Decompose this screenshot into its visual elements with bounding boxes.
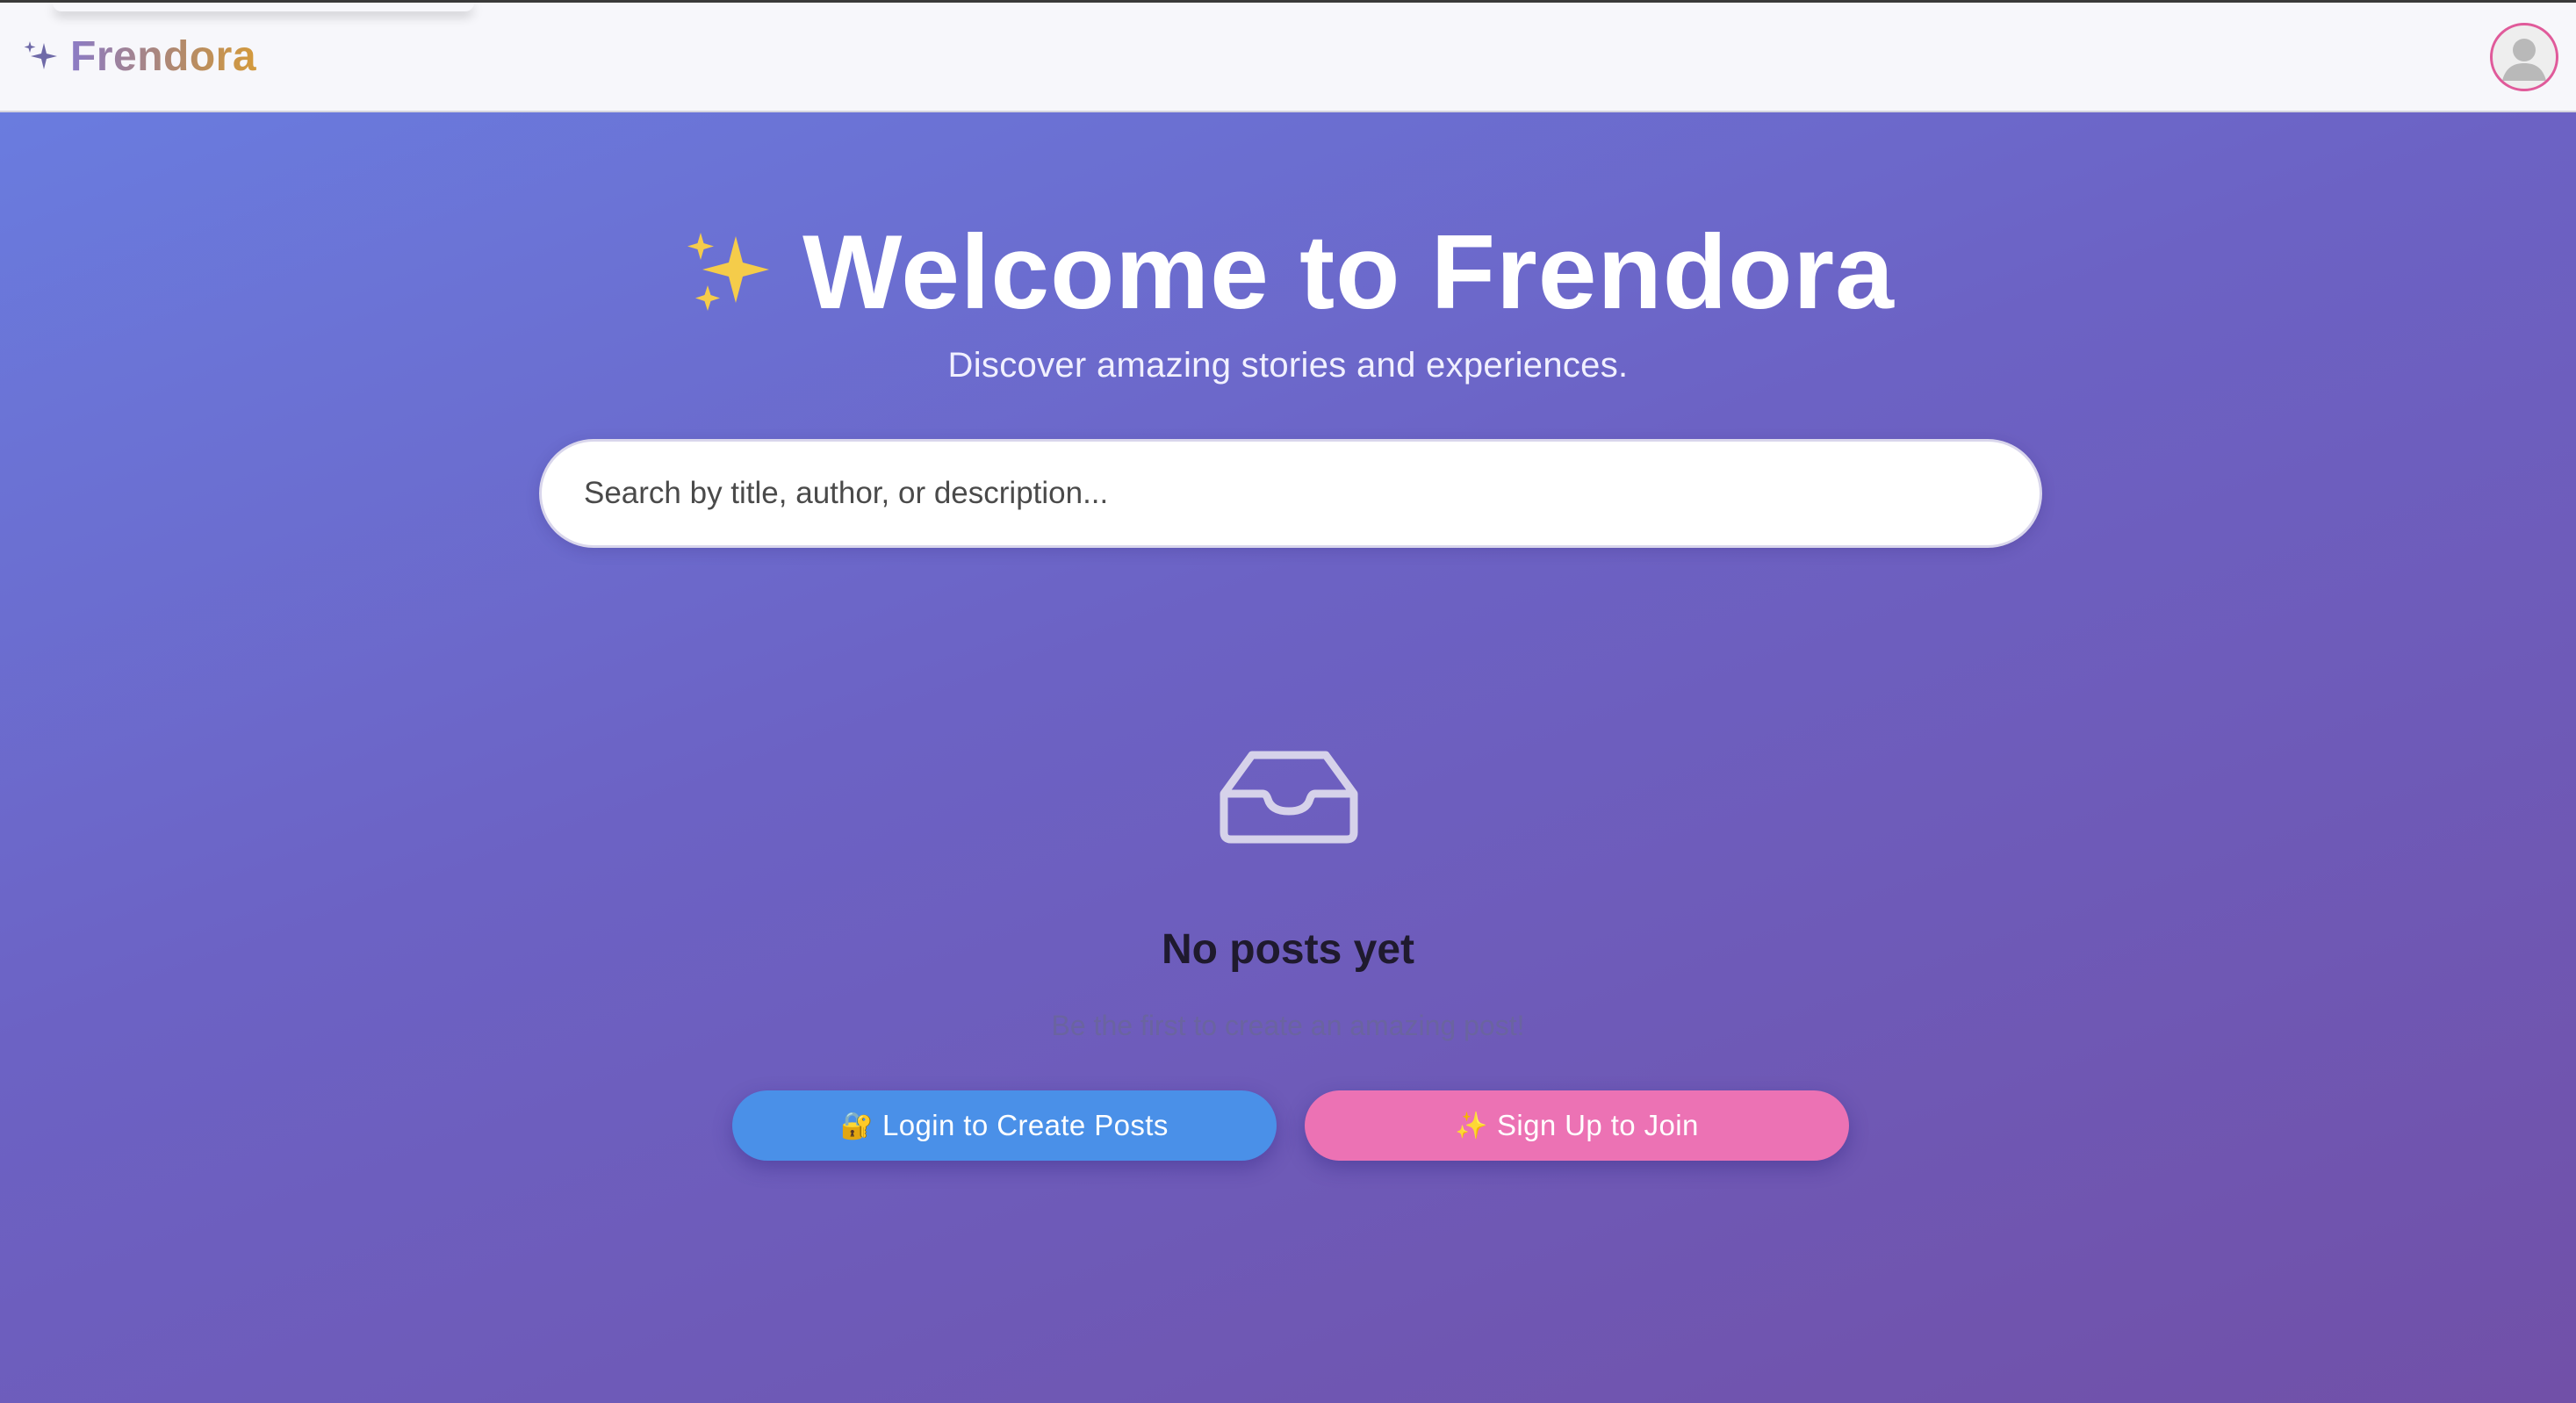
signup-button[interactable]: ✨ Sign Up to Join (1305, 1090, 1849, 1161)
search-input[interactable] (584, 476, 1997, 511)
sparkles-icon: ✨ (1455, 1111, 1488, 1140)
hero-title: Welcome to Frendora (802, 213, 1895, 331)
empty-state-title: No posts yet (1161, 926, 1415, 973)
top-navbar: Frendora (0, 0, 2576, 112)
brand-name: Frendora (70, 33, 257, 80)
search-bar[interactable] (539, 439, 2042, 548)
empty-state-subtitle: Be the first to create an amazing post! (1051, 1010, 1525, 1041)
user-avatar-icon (2493, 25, 2555, 88)
navbar-shadow (53, 3, 474, 11)
brand-logo[interactable]: Frendora (21, 32, 256, 81)
hero-subtitle: Discover amazing stories and experiences… (947, 346, 1629, 385)
lock-key-icon: 🔐 (840, 1111, 874, 1140)
login-button-label: Login to Create Posts (882, 1109, 1169, 1141)
user-avatar-button[interactable] (2490, 22, 2558, 91)
sparkles-icon (687, 233, 770, 311)
hero-heading: Welcome to Frendora (0, 211, 2576, 334)
sparkles-icon (24, 40, 57, 69)
inbox-icon (1220, 751, 1358, 844)
login-button[interactable]: 🔐 Login to Create Posts (732, 1090, 1277, 1161)
signup-button-label: Sign Up to Join (1496, 1109, 1699, 1141)
